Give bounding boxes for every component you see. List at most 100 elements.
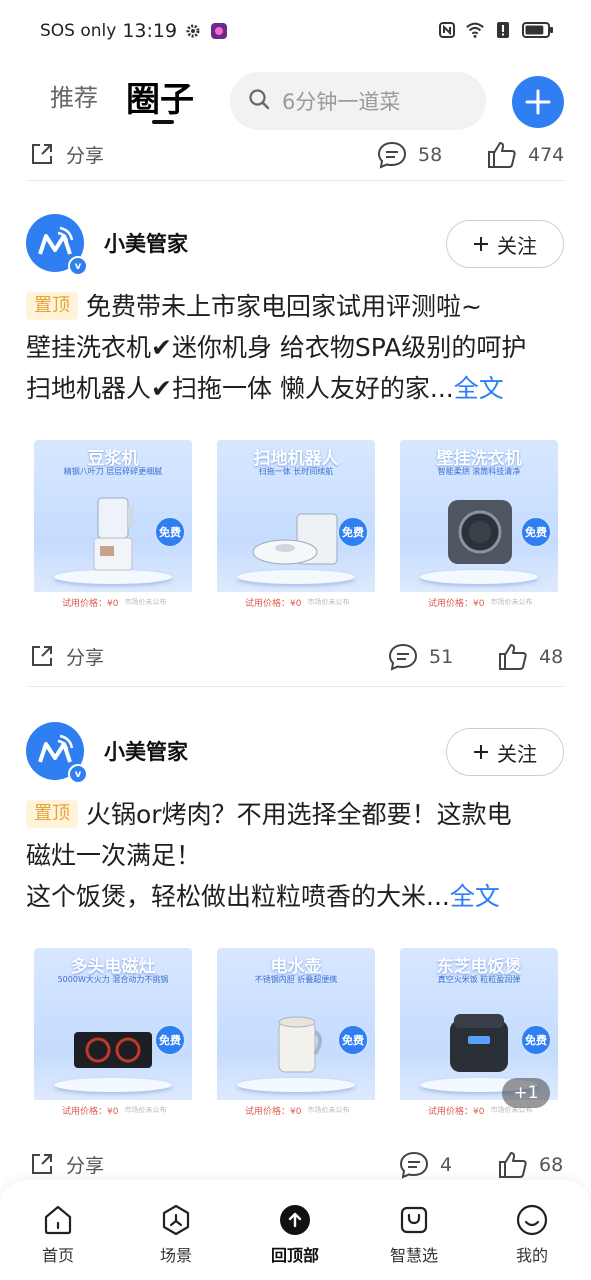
share-button[interactable]: 分享 [28, 642, 104, 670]
profile-icon [514, 1202, 550, 1238]
read-more-link[interactable]: 全文 [450, 882, 500, 911]
comment-icon [399, 1151, 429, 1179]
share-label: 分享 [66, 646, 105, 669]
comment-button[interactable]: 4 [398, 1150, 452, 1180]
price-note: 市场价未公布 [124, 598, 167, 606]
author-name[interactable]: 小美管家 [104, 228, 188, 258]
read-more-link[interactable]: 全文 [454, 374, 504, 403]
clock: 13:19 [122, 20, 178, 42]
comment-count: 4 [440, 1154, 453, 1176]
nav-label: 智慧选 [389, 1246, 438, 1265]
plus-icon [525, 89, 551, 115]
post-actions: 分享 51 48 [28, 642, 564, 672]
bottom-nav: 首页 场景 回顶部 智慧选 我的 [0, 1180, 591, 1280]
plus-icon [474, 745, 488, 759]
nav-back-to-top[interactable]: 回顶部 [255, 1202, 335, 1266]
free-badge: 免费 [520, 1024, 552, 1056]
create-post-button[interactable] [512, 76, 564, 128]
avatar[interactable]: v [26, 722, 88, 784]
price-note: 市场价未公布 [307, 1106, 350, 1114]
soymilk-maker-icon [93, 497, 134, 571]
product-image[interactable]: 东芝电饭煲 真空火米饭 粒粒盈润弹 免费 试用价格：¥0 市场价未公布 +1 [400, 948, 558, 1120]
like-count: 48 [539, 646, 564, 668]
search-placeholder: 6分钟一道菜 [282, 90, 401, 114]
follow-button[interactable]: 关注 [446, 728, 564, 776]
more-images-badge[interactable]: +1 [502, 1078, 550, 1108]
washing-machine-icon [448, 500, 512, 564]
verified-badge: v [68, 764, 88, 784]
follow-label: 关注 [497, 741, 537, 766]
app-notification-icon [209, 21, 229, 41]
share-icon [32, 1154, 52, 1174]
avatar[interactable]: v [26, 214, 88, 276]
comment-button[interactable]: 58 [376, 140, 442, 170]
post-actions: 分享 4 68 [28, 1150, 564, 1180]
comment-icon [388, 643, 418, 671]
scene-icon [158, 1202, 194, 1238]
author-name[interactable]: 小美管家 [104, 736, 188, 766]
like-button[interactable]: 474 [486, 140, 564, 170]
follow-button[interactable]: 关注 [446, 220, 564, 268]
comment-count: 58 [418, 144, 443, 166]
share-icon [32, 646, 52, 666]
post-text-line: 壁挂洗衣机✔迷你机身 给衣物SPA级别的呵护 [26, 333, 527, 362]
search-bar[interactable]: 6分钟一道菜 [230, 72, 486, 130]
pinned-badge: 置顶 [26, 292, 78, 320]
like-count: 68 [539, 1154, 564, 1176]
plus-icon [474, 237, 488, 251]
feed[interactable]: 分享 58 474 v 小美管家 关注 置顶 免费带未上市家电回家试用评测啦~ 壁… [0, 140, 591, 1180]
thumbs-up-icon [488, 142, 516, 168]
post-text[interactable]: 置顶 免费带未上市家电回家试用评测啦~ 壁挂洗衣机✔迷你机身 给衣物SPA级别的呵… [26, 286, 566, 409]
comment-button[interactable]: 51 [387, 642, 453, 672]
post-text[interactable]: 置顶 火锅or烤肉？不用选择全都要！这款电 磁灶一次满足！ 这个饭煲，轻松做出粒粒… [26, 794, 566, 917]
nav-home[interactable]: 首页 [18, 1202, 98, 1266]
price-text: 试用价格：¥0 [428, 598, 485, 609]
comment-count: 51 [429, 646, 454, 668]
product-image[interactable]: 豆浆机 精钢八叶刀 层层碎碎更细腻 免费 试用价格：¥0 市场价未公布 [34, 440, 192, 612]
battery-icon [521, 20, 555, 40]
like-button[interactable]: 48 [497, 642, 563, 672]
robot-vacuum-icon [252, 513, 338, 565]
alert-icon [493, 20, 513, 40]
divider [28, 686, 564, 687]
product-image[interactable]: 电水壶 不锈钢内胆 折叠超便携 免费 试用价格：¥0 市场价未公布 [217, 948, 375, 1120]
price-text: 试用价格：¥0 [428, 1106, 485, 1117]
free-badge: 免费 [154, 516, 186, 548]
status-bar: SOS only 13:19 [0, 0, 591, 64]
trial-price: 试用价格：¥0 市场价未公布 [217, 1100, 375, 1120]
display-stage [54, 1078, 172, 1092]
thumbs-up-icon [499, 1152, 527, 1178]
price-note: 市场价未公布 [307, 598, 350, 606]
nav-profile[interactable]: 我的 [492, 1202, 572, 1266]
feed-post[interactable]: v 小美管家 关注 置顶 火锅or烤肉？不用选择全都要！这款电 磁灶一次满足！ 这… [0, 722, 591, 1180]
display-stage [237, 1078, 355, 1092]
thumbs-up-icon [499, 644, 527, 670]
tab-circle[interactable]: 圈子 [126, 72, 194, 121]
wifi-icon [465, 20, 485, 40]
tab-recommend[interactable]: 推荐 [50, 78, 98, 113]
free-badge: 免费 [337, 1024, 369, 1056]
nfc-icon [437, 20, 457, 40]
product-image[interactable]: 扫地机器人 扫拖一体 长时间续航 免费 试用价格：¥0 市场价未公布 [217, 440, 375, 612]
product-image[interactable]: 多头电磁灶 5000W大火力 混合动力不挑锅 免费 试用价格：¥0 市场价未公布 [34, 948, 192, 1120]
verified-badge: v [68, 256, 88, 276]
feed-post[interactable]: v 小美管家 关注 置顶 免费带未上市家电回家试用评测啦~ 壁挂洗衣机✔迷你机身 … [0, 214, 591, 684]
post-text-line: 免费带未上市家电回家试用评测啦~ [86, 292, 482, 321]
product-subtitle: 不锈钢内胆 折叠超便携 [254, 975, 338, 984]
display-stage [54, 570, 172, 584]
price-note: 市场价未公布 [490, 598, 533, 606]
nav-smart-select[interactable]: 智慧选 [374, 1202, 454, 1266]
nav-scene[interactable]: 场景 [136, 1202, 216, 1266]
pinned-badge: 置顶 [26, 800, 78, 828]
product-image[interactable]: 壁挂洗衣机 智能柔烘 滚筒科技清净 免费 试用价格：¥0 市场价未公布 [400, 440, 558, 612]
like-button[interactable]: 68 [497, 1150, 563, 1180]
trial-price: 试用价格：¥0 市场价未公布 [34, 1100, 192, 1120]
product-subtitle: 5000W大火力 混合动力不挑锅 [57, 975, 169, 984]
price-text: 试用价格：¥0 [62, 598, 119, 609]
shopping-bag-icon [396, 1202, 432, 1238]
share-icon [32, 144, 52, 164]
share-button[interactable]: 分享 [28, 1150, 104, 1178]
share-button[interactable]: 分享 [28, 140, 104, 168]
post-actions: 分享 58 474 [28, 140, 564, 170]
nav-label: 首页 [41, 1246, 74, 1265]
